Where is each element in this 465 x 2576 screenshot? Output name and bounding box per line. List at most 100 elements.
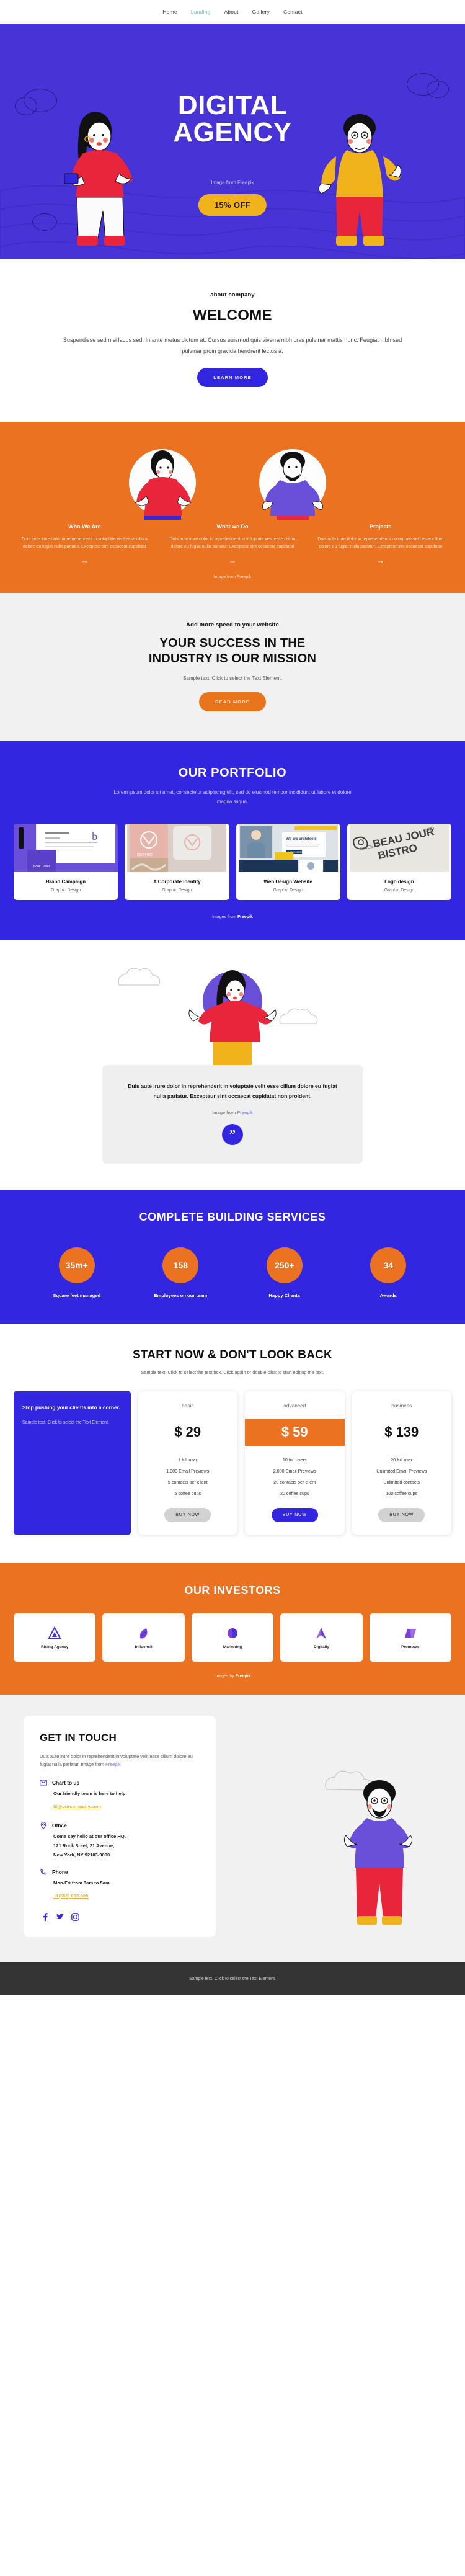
investors-credit-link[interactable]: Freepik [236,1674,251,1678]
plan-feature: 20 coffee cups [280,1491,309,1496]
read-more-button[interactable]: READ MORE [199,692,266,711]
investor-card[interactable]: Marketing [191,1613,274,1662]
stat-item: 158 Employees on our team [129,1247,233,1299]
investor-name: Rising Agency [41,1644,69,1649]
investor-name: Marketing [223,1644,242,1649]
contact-block-line: 121 Rock Sreet, 21 Avenue, [53,1843,115,1848]
hero-cta-button[interactable]: 15% OFF [198,194,267,216]
contact-block-title: Office [52,1822,67,1829]
buy-now-button[interactable]: BUY NOW [378,1508,425,1522]
hero-title-line1: DIGITAL [177,90,288,120]
plan-feature: 100 coffee cups [386,1491,418,1496]
stat-item: 35m+ Square feet managed [25,1247,129,1299]
svg-text:b: b [92,830,97,842]
mission-title-line2: INDUSTRY IS OUR MISSION [148,652,317,666]
phone-icon [40,1868,47,1875]
phone-link[interactable]: +1(555) 000-000 [53,1893,88,1899]
investor-card[interactable]: Digitally [280,1613,363,1662]
plan-price: $ 29 [174,1424,202,1440]
stat-value: 250+ [266,1247,303,1283]
portfolio-card[interactable]: b Book Cover Brand Campaign Graphic Desi… [14,824,118,900]
nav-item-about[interactable]: About [224,9,238,15]
welcome-body: Suspendisse sed nisi lacus sed. In ante … [63,337,402,354]
diamond-logo-icon [316,1627,327,1639]
mission-section: Add more speed to your website YOUR SUCC… [0,593,465,741]
plan-tier: advanced [283,1402,306,1409]
portfolio-card[interactable]: SINCE BEAU JOUR BISTRO 1970 Logo design … [347,824,451,900]
investor-card[interactable]: Rising Agency [14,1613,96,1662]
location-pin-icon [40,1822,46,1829]
welcome-eyebrow: about company [210,292,255,298]
plan-feature: 10 full users [282,1457,307,1463]
nav-item-contact[interactable]: Contact [283,9,303,15]
instagram-icon[interactable] [71,1913,79,1921]
contact-block-line: Our friendly team is here to help. [53,1791,127,1796]
corporate-identity-thumb-icon: DEO YOIO [127,824,227,872]
portfolio-grid: b Book Cover Brand Campaign Graphic Desi… [0,824,465,900]
services-illustration [0,439,465,520]
stat-item: 250+ Happy Clients [232,1247,337,1299]
facebook-icon[interactable] [42,1913,48,1921]
hero-image-credit: Image from Freepik [211,180,254,185]
plan-feature: 2,000 Email Previews [273,1468,316,1474]
buy-now-button[interactable]: BUY NOW [164,1508,211,1522]
twitter-icon[interactable] [56,1913,64,1921]
portfolio-card-title: Logo design [384,879,414,885]
illustration-man-contact [325,1770,413,1925]
portfolio-card[interactable]: We are architects LEARN MORE Web Design … [236,824,340,900]
nav-item-home[interactable]: Home [162,9,177,15]
arrow-right-icon[interactable]: → [229,556,237,565]
portfolio-thumbnail: SINCE BEAU JOUR BISTRO 1970 [347,824,451,872]
portfolio-card[interactable]: DEO YOIO A Corporate Identity Graphic De… [125,824,229,900]
contact-block-email: Chart to us Our friendly team is here to… [40,1779,200,1811]
investors-section: OUR INVESTORS Rising Agency Influencil M… [0,1563,465,1695]
stats-title: COMPLETE BUILDING SERVICES [139,1211,326,1223]
investors-grid: Rising Agency Influencil Marketing Digit… [0,1613,465,1662]
parallelogram-logo-icon [404,1628,416,1638]
svg-text:DEO YOIO: DEO YOIO [137,853,153,857]
contact-block-title: Phone [52,1869,68,1875]
nav-item-gallery[interactable]: Gallery [252,9,270,15]
illustration-woman-waving [118,968,318,1065]
service-column: What we Do Duis aute irure dolor in repr… [164,524,301,566]
testimonial-credit-link[interactable]: Freepik [237,1110,253,1115]
testimonial-card: Duis aute irure dolor in reprehenderit i… [102,1065,363,1164]
stat-item: 34 Awards [337,1247,441,1299]
stat-label: Employees on our team [154,1293,208,1298]
landing-page: Home Landing About Gallery Contact DIGIT… [0,0,465,1995]
pricing-title: START NOW & DON'T LOOK BACK [133,1348,332,1362]
plan-feature: 20 full user [391,1457,413,1463]
pricing-promo-body: Sample text. Click to select the Text El… [22,1420,109,1425]
investor-name: Influencil [135,1644,153,1649]
contact-block-head: Phone [40,1868,200,1876]
buy-now-button[interactable]: BUY NOW [271,1508,318,1522]
contact-intro-link[interactable]: Freepik [105,1762,121,1767]
mission-subtext: Sample text. Click to select the Text El… [183,675,282,681]
contact-block-body: Our friendly team is here to help. hi@ou… [53,1791,200,1811]
pricing-section: START NOW & DON'T LOOK BACK Sample text.… [0,1324,465,1563]
testimonial-credit-prefix: Image from [212,1110,237,1115]
footer-text: Sample text. Click to select the Text El… [189,1976,276,1981]
mail-icon [40,1780,47,1786]
portfolio-thumbnail: We are architects LEARN MORE [236,824,340,872]
learn-more-button[interactable]: LEARN MORE [197,368,268,387]
service-title: Who We Are [68,524,101,530]
investor-card[interactable]: Influencil [102,1613,185,1662]
investor-card[interactable]: Promoate [369,1613,452,1662]
portfolio-credit-link[interactable]: Freepik [237,915,253,919]
portfolio-image-credit: Images from Freepik [0,915,465,919]
stat-value: 158 [162,1247,199,1283]
hero-title: DIGITAL AGENCY [0,92,465,146]
service-body: Duis aute irure dolor in reprehenderit i… [21,537,148,549]
service-column: Projects Duis aute irure dolor in repreh… [312,524,449,566]
svg-text:Book Cover: Book Cover [33,865,50,868]
nav-item-landing[interactable]: Landing [191,9,211,15]
email-link[interactable]: hi@ourcompany.com [53,1804,101,1809]
services-image-credit: Image from Freepik [213,575,252,579]
arrow-right-icon[interactable]: → [376,556,384,565]
plan-feature: 1 full user [178,1457,198,1463]
service-body: Duis aute irure dolor in reprehenderit i… [169,537,296,549]
stat-label: Square feet managed [53,1293,101,1298]
contact-block-body: Come say hello at our office HQ. 121 Roc… [53,1834,200,1858]
arrow-right-icon[interactable]: → [81,556,89,565]
